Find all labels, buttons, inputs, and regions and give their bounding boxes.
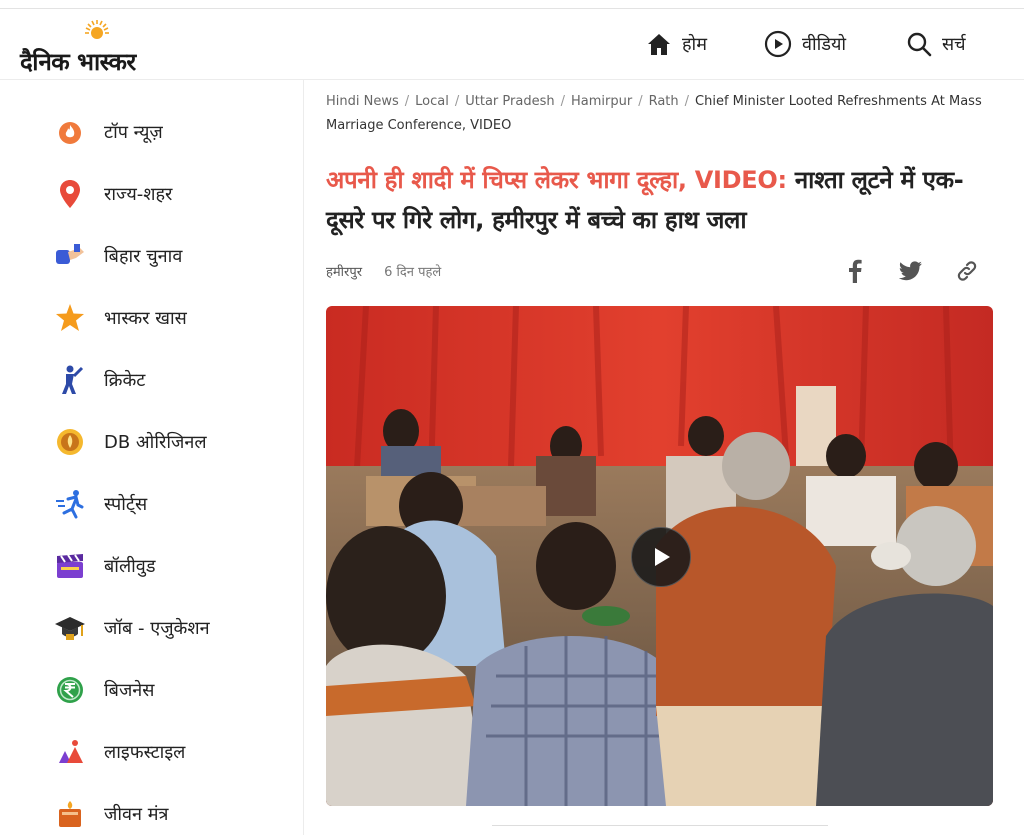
sidebar-item-bhaskar-khas[interactable]: भास्कर खास (54, 298, 187, 338)
facebook-icon[interactable] (842, 258, 868, 284)
nav-search-label: सर्च (942, 34, 966, 55)
star-icon (54, 302, 86, 334)
sidebar-item-label: राज्य-शहर (104, 184, 173, 205)
play-icon (655, 548, 670, 566)
sidebar-item-label: बिहार चुनाव (104, 246, 183, 267)
content-divider (492, 825, 828, 834)
breadcrumb-link[interactable]: Hindi News (326, 94, 399, 109)
nav-video-label: वीडियो (802, 34, 847, 55)
site-logo[interactable]: दैनिक भास्कर (20, 15, 180, 76)
cricket-icon (54, 364, 86, 396)
sidebar-item-bihar-election[interactable]: बिहार चुनाव (54, 236, 182, 276)
twitter-icon[interactable] (898, 258, 924, 284)
breadcrumb-link[interactable]: Local (415, 94, 449, 109)
sun-logo-icon (85, 20, 109, 39)
rupee-icon (54, 674, 86, 706)
breadcrumb: Hindi News / Local / Uttar Pradesh / Hamirpur /… (326, 94, 982, 133)
nav-video[interactable]: वीडियो (764, 30, 846, 58)
sidebar-item-label: लाइफस्टाइल (104, 742, 186, 763)
link-icon[interactable] (954, 258, 980, 284)
clapperboard-icon (54, 550, 86, 582)
sidebar: टॉप न्यूज़ राज्य-शहर बिहार चुनाव भास्कर … (0, 80, 304, 835)
sidebar-item-label: जीवन मंत्र (104, 804, 169, 825)
sidebar-item-label: DB ओरिजिनल (104, 432, 207, 453)
nav-home-label: होम (682, 34, 707, 55)
article-meta: हमीरपुर 6 दिन पहले (326, 262, 441, 280)
sidebar-item-state-city[interactable]: राज्य-शहर (54, 174, 172, 214)
sidebar-item-label: बॉलीवुड (104, 556, 156, 577)
db-original-icon (54, 426, 86, 458)
lifestyle-icon (54, 736, 86, 768)
location-pin-icon (54, 178, 86, 210)
article-location[interactable]: हमीरपुर (326, 262, 362, 280)
sidebar-item-business[interactable]: बिजनेस (54, 670, 154, 710)
breadcrumb-link[interactable]: Uttar Pradesh (465, 94, 554, 109)
fire-icon (54, 116, 86, 148)
sidebar-item-label: क्रिकेट (104, 370, 146, 391)
sidebar-item-label: भास्कर खास (104, 308, 187, 329)
nav-home[interactable]: होम (646, 32, 707, 56)
sidebar-item-db-original[interactable]: DB ओरिजिनल (54, 422, 207, 462)
video-player[interactable] (326, 306, 993, 806)
graduation-cap-icon (54, 612, 86, 644)
sidebar-item-sports[interactable]: स्पोर्ट्स (54, 484, 147, 524)
sidebar-item-lifestyle[interactable]: लाइफस्टाइल (54, 732, 185, 772)
home-icon (648, 34, 670, 55)
play-circle-icon (764, 30, 792, 58)
sidebar-item-cricket[interactable]: क्रिकेट (54, 360, 145, 400)
sidebar-item-label: बिजनेस (104, 680, 155, 701)
election-hand-icon (54, 240, 86, 272)
search-icon (907, 32, 932, 57)
browser-top-edge (0, 0, 1024, 9)
nav-search[interactable]: सर्च (906, 31, 966, 57)
logo-text: दैनिक भास्कर (20, 48, 136, 76)
sidebar-item-bollywood[interactable]: बॉलीवुड (54, 546, 155, 586)
article-time: 6 दिन पहले (384, 265, 442, 280)
play-button[interactable] (631, 527, 691, 587)
sidebar-item-top-news[interactable]: टॉप न्यूज़ (54, 112, 163, 152)
article-headline: अपनी ही शादी में चिप्स लेकर भागा दूल्हा,… (326, 160, 976, 240)
headline-highlight: अपनी ही शादी में चिप्स लेकर भागा दूल्हा,… (326, 166, 787, 194)
sidebar-item-job-education[interactable]: जॉब - एजुकेशन (54, 608, 210, 648)
sidebar-item-jeevan-mantra[interactable]: जीवन मंत्र (54, 794, 168, 834)
breadcrumb-link[interactable]: Rath (649, 94, 679, 109)
share-bar (842, 258, 980, 284)
site-header: दैनिक भास्कर होम वीडियो सर्च (0, 9, 1024, 80)
sidebar-item-label: स्पोर्ट्स (104, 494, 148, 515)
book-icon (54, 798, 86, 830)
runner-icon (54, 488, 86, 520)
sidebar-item-label: टॉप न्यूज़ (104, 122, 163, 143)
breadcrumb-link[interactable]: Hamirpur (571, 94, 632, 109)
sidebar-item-label: जॉब - एजुकेशन (104, 618, 210, 639)
